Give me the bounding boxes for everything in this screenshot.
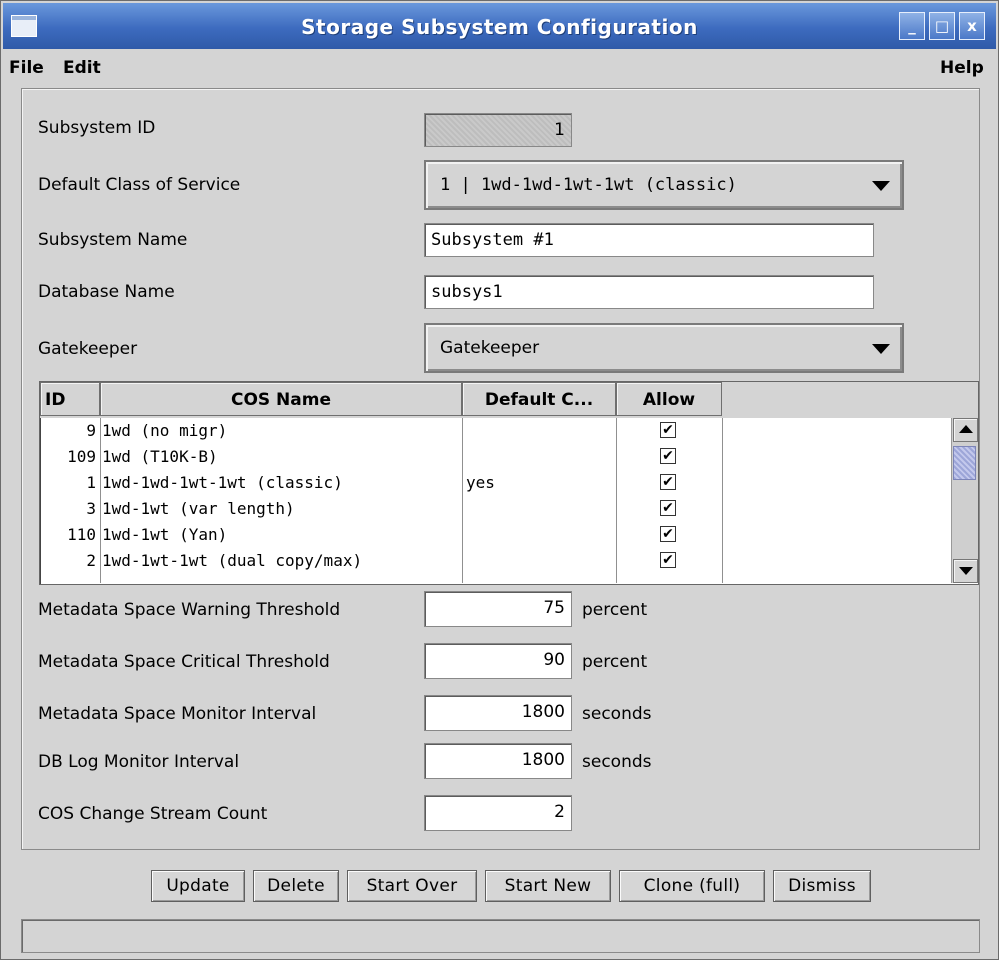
- critical-threshold-input[interactable]: 90: [424, 643, 572, 679]
- dismiss-button[interactable]: Dismiss: [773, 870, 871, 902]
- cos-stream-count-label: COS Change Stream Count: [38, 804, 268, 824]
- column-divider: [462, 418, 463, 583]
- cos-table-header: ID COS Name Default C... Allow: [40, 382, 978, 418]
- allow-checkbox[interactable]: ✔: [660, 448, 676, 464]
- cos-default-cell: [466, 418, 612, 444]
- subsystem-id-label: Subsystem ID: [38, 118, 156, 138]
- cos-default-cell: [466, 522, 612, 548]
- cos-id-cell: 1: [86, 473, 96, 492]
- button-bar: Update Delete Start Over Start New Clone…: [1, 863, 999, 907]
- cos-default-cell: [466, 496, 612, 522]
- default-cos-dropdown[interactable]: 1 | 1wd-1wd-1wt-1wt (classic): [424, 160, 904, 210]
- monitor-interval-unit: seconds: [582, 704, 652, 724]
- cos-default-cell: [466, 548, 612, 574]
- storage-subsystem-window: Storage Subsystem Configuration _ □ x Fi…: [0, 0, 999, 960]
- maximize-icon[interactable]: □: [929, 12, 955, 40]
- cos-default-cell: yes: [466, 473, 495, 492]
- column-header-default[interactable]: Default C...: [462, 382, 616, 416]
- scroll-down-button[interactable]: [953, 559, 978, 583]
- default-cos-label: Default Class of Service: [38, 175, 241, 195]
- cos-stream-count-input[interactable]: 2: [424, 795, 572, 831]
- column-header-allow[interactable]: Allow: [616, 382, 722, 416]
- chevron-down-icon: [872, 344, 890, 354]
- column-header-cos-name[interactable]: COS Name: [100, 382, 462, 416]
- subsystem-name-label: Subsystem Name: [38, 230, 188, 250]
- window-title: Storage Subsystem Configuration: [301, 15, 698, 39]
- menu-bar: File Edit Help: [3, 53, 996, 85]
- cos-name-cell: 1wd-1wt-1wt (dual copy/max): [102, 551, 363, 570]
- db-log-interval-input[interactable]: 1800: [424, 743, 572, 779]
- start-new-button[interactable]: Start New: [485, 870, 611, 902]
- warning-threshold-input[interactable]: 75: [424, 591, 572, 627]
- default-cos-value: 1 | 1wd-1wd-1wt-1wt (classic): [440, 175, 737, 195]
- gatekeeper-label: Gatekeeper: [38, 339, 138, 359]
- gatekeeper-value: Gatekeeper: [440, 338, 540, 358]
- cos-table: ID COS Name Default C... Allow 9 1wd (no …: [39, 381, 979, 585]
- clone-full-button[interactable]: Clone (full): [619, 870, 765, 902]
- cos-name-cell: 1wd (T10K-B): [102, 447, 218, 466]
- menu-help[interactable]: Help: [940, 58, 984, 78]
- allow-checkbox[interactable]: ✔: [660, 422, 676, 438]
- warning-threshold-unit: percent: [582, 600, 648, 620]
- menu-file[interactable]: File: [9, 58, 44, 78]
- monitor-interval-label: Metadata Space Monitor Interval: [38, 704, 317, 724]
- cos-id-cell: 110: [67, 525, 96, 544]
- database-name-label: Database Name: [38, 282, 175, 302]
- delete-button[interactable]: Delete: [253, 870, 339, 902]
- database-name-input[interactable]: subsys1: [424, 275, 874, 309]
- cos-id-cell: 9: [86, 421, 96, 440]
- allow-checkbox[interactable]: ✔: [660, 552, 676, 568]
- db-log-interval-unit: seconds: [582, 752, 652, 772]
- scroll-up-button[interactable]: [953, 418, 978, 442]
- close-icon[interactable]: x: [959, 12, 985, 40]
- critical-threshold-label: Metadata Space Critical Threshold: [38, 652, 330, 672]
- update-button[interactable]: Update: [151, 870, 245, 902]
- cos-id-cell: 3: [86, 499, 96, 518]
- column-divider: [616, 418, 617, 583]
- column-divider: [722, 418, 723, 583]
- allow-checkbox[interactable]: ✔: [660, 526, 676, 542]
- subsystem-id-field: 1: [424, 113, 572, 147]
- menu-edit[interactable]: Edit: [63, 58, 101, 78]
- arrow-down-icon: [959, 567, 973, 575]
- gatekeeper-dropdown[interactable]: Gatekeeper: [424, 323, 904, 373]
- column-header-id[interactable]: ID: [40, 382, 100, 416]
- critical-threshold-unit: percent: [582, 652, 648, 672]
- cos-name-cell: 1wd-1wt (Yan): [102, 525, 228, 544]
- scroll-thumb[interactable]: [953, 446, 976, 480]
- cos-name-cell: 1wd (no migr): [102, 421, 228, 440]
- cos-name-cell: 1wd-1wd-1wt-1wt (classic): [102, 473, 343, 492]
- column-divider: [100, 418, 101, 583]
- allow-checkbox[interactable]: ✔: [660, 500, 676, 516]
- minimize-icon[interactable]: _: [899, 12, 925, 40]
- cos-table-body: 9 1wd (no migr) ✔ 109 1wd (T10K-B) ✔ 1 1wd-1wd-…: [40, 418, 950, 583]
- db-log-interval-label: DB Log Monitor Interval: [38, 752, 240, 772]
- cos-default-cell: [466, 444, 612, 470]
- warning-threshold-label: Metadata Space Warning Threshold: [38, 600, 341, 620]
- chevron-down-icon: [872, 181, 890, 191]
- start-over-button[interactable]: Start Over: [347, 870, 477, 902]
- subsystem-name-input[interactable]: Subsystem #1: [424, 223, 874, 257]
- arrow-up-icon: [959, 425, 973, 433]
- title-bar[interactable]: Storage Subsystem Configuration _ □ x: [3, 3, 996, 49]
- allow-checkbox[interactable]: ✔: [660, 474, 676, 490]
- cos-name-cell: 1wd-1wt (var length): [102, 499, 295, 518]
- monitor-interval-input[interactable]: 1800: [424, 695, 572, 731]
- status-bar: [21, 919, 980, 953]
- cos-id-cell: 2: [86, 551, 96, 570]
- table-scrollbar[interactable]: [951, 418, 978, 583]
- cos-id-cell: 109: [67, 447, 96, 466]
